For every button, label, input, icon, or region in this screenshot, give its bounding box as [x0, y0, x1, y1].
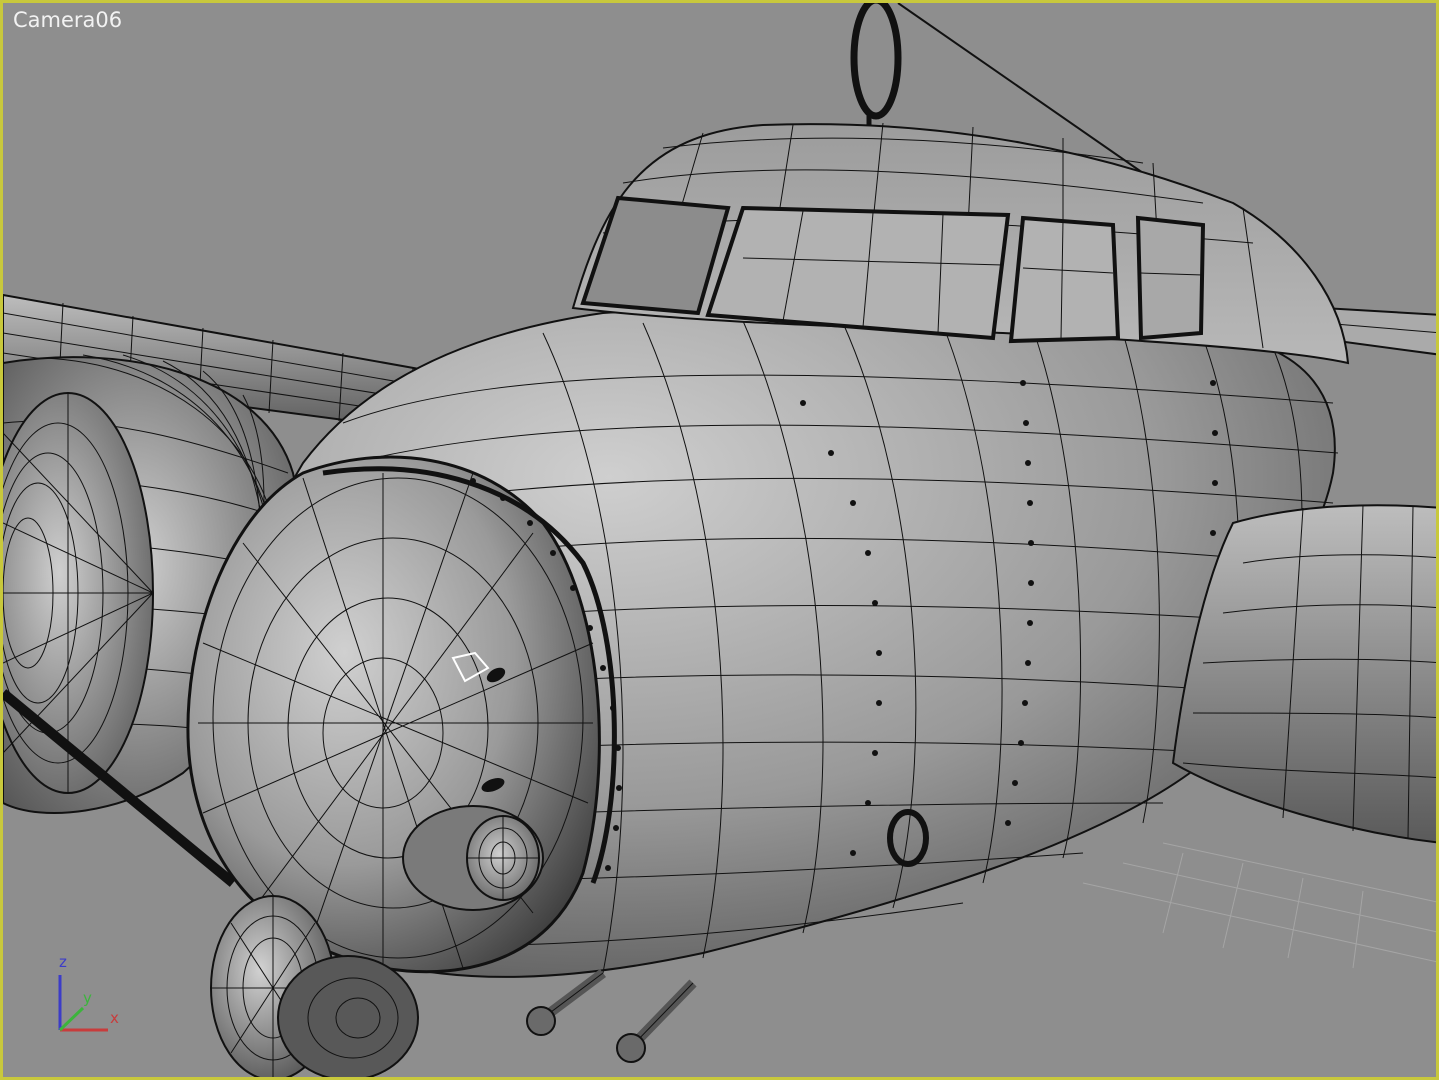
z-axis-label: z	[59, 953, 67, 971]
nose-cone	[186, 455, 622, 974]
aircraft-model-render[interactable]: z y x	[3, 3, 1439, 1080]
viewport-label[interactable]: Camera06	[13, 8, 122, 32]
x-axis-label: x	[110, 1009, 119, 1027]
camera-viewport[interactable]: Camera06 z y x	[0, 0, 1439, 1080]
y-axis-label: y	[83, 989, 92, 1007]
axis-gizmo: z y x	[58, 953, 119, 1032]
y-axis-line	[58, 1006, 85, 1032]
